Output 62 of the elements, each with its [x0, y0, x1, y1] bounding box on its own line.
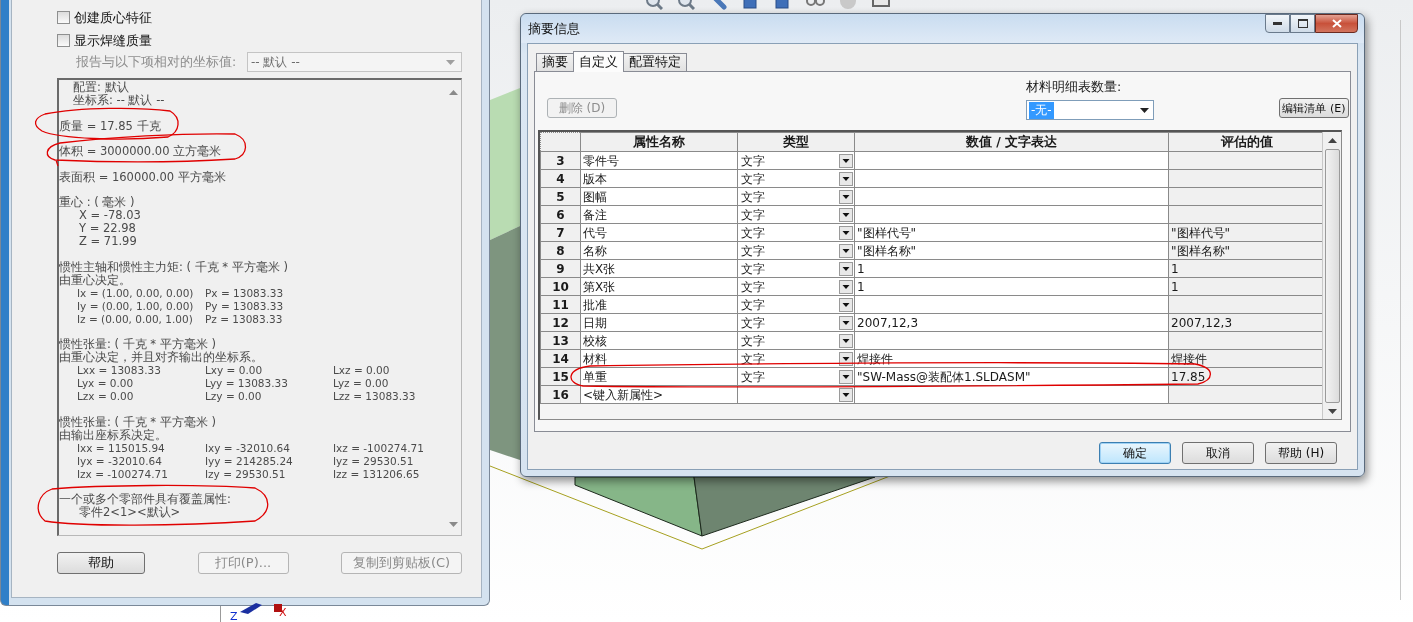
dialog-button[interactable]: 帮助: [57, 552, 145, 574]
result-value: Lzz = 13083.33: [333, 390, 417, 403]
row-number: 3: [540, 151, 581, 170]
result-line: 坐标系: -- 默认 --: [72, 94, 166, 107]
dialog-button[interactable]: 确定: [1099, 442, 1171, 464]
dropdown-value: -无-: [1029, 101, 1054, 119]
result-line: 配置: 默认: [72, 81, 130, 94]
result-value: Izz = 131206.65: [333, 467, 421, 481]
column-header: 属性名称: [580, 132, 738, 152]
tab[interactable]: 配置特定: [623, 53, 687, 71]
axis-label: Z: [230, 610, 238, 622]
result-value: Ixx = 115015.94: [77, 441, 166, 455]
result-line: 表面积 = 160000.00 平方毫米: [59, 170, 227, 184]
axis-label: X: [279, 606, 287, 619]
result-value: Lxz = 0.00: [333, 364, 391, 377]
column-header: 评估的值: [1168, 132, 1323, 152]
result-line: 由重心决定。: [59, 273, 131, 287]
window-title: 摘要信息: [528, 20, 580, 38]
result-line: Y = 22.98: [78, 222, 137, 235]
result-line: 由重心决定，并且对齐输出的坐标系。: [59, 351, 264, 364]
dialog-button[interactable]: 帮助 (H): [1265, 442, 1337, 464]
result-value: Lxy = 0.00: [205, 364, 264, 377]
result-value: Py = 13083.33: [205, 299, 285, 313]
result-value: Iyz = 29530.51: [333, 454, 415, 468]
column-header: 类型: [737, 132, 855, 152]
result-line: 一个或多个零部件具有覆盖属性:: [59, 493, 232, 506]
result-value: Px = 13083.33: [205, 286, 285, 300]
tab[interactable]: 摘要: [536, 53, 574, 71]
result-value: Lyx = 0.00: [77, 377, 135, 390]
result-line: 由输出座标系决定。: [59, 428, 167, 442]
result-line: 体积 = 3000000.00 立方毫米: [59, 145, 223, 158]
result-value: Ix = (1.00, 0.00, 0.00): [77, 286, 195, 300]
field-label: 报告与以下项相对的坐标值:: [76, 53, 238, 71]
result-line: 零件2<1><默认>: [78, 506, 182, 519]
edit-list-button[interactable]: 编辑清单 (E): [1279, 98, 1349, 118]
result-line: 惯性主轴和惯性主力矩: ( 千克 * 平方毫米 ): [59, 260, 289, 274]
result-line: 惯性张量: ( 千克 * 平方毫米 ): [59, 338, 217, 351]
result-value: Izy = 29530.51: [205, 467, 287, 481]
result-value: Iz = (0.00, 0.00, 1.00): [77, 312, 194, 326]
result-value: Lyz = 0.00: [333, 377, 390, 390]
result-value: Iy = (0.00, 1.00, 0.00): [77, 299, 195, 313]
dialog-button[interactable]: 取消: [1182, 442, 1254, 464]
result-value: Iyx = -32010.64: [77, 454, 163, 468]
result-value: Lyy = 13083.33: [205, 377, 289, 390]
result-value: Iyy = 214285.24: [205, 454, 294, 468]
result-value: Izx = -100274.71: [77, 467, 169, 481]
tab[interactable]: 自定义: [573, 51, 624, 72]
result-value: Pz = 13083.33: [205, 312, 284, 326]
result-line: 重心 : ( 毫米 ): [59, 196, 136, 209]
result-value: Ixy = -32010.64: [205, 441, 291, 455]
result-line: 惯性张量: ( 千克 * 平方毫米 ): [59, 415, 217, 429]
column-header: 数值 / 文字表达: [854, 132, 1169, 152]
result-value: Lzy = 0.00: [205, 390, 263, 403]
result-line: Z = 71.99: [78, 235, 138, 248]
result-value: Lzx = 0.00: [77, 390, 135, 403]
checkbox-label: 创建质心特征: [74, 8, 152, 27]
result-value: Ixz = -100274.71: [333, 441, 425, 455]
result-line: X = -78.03: [78, 209, 142, 222]
result-line: 质量 = 17.85 千克: [59, 119, 162, 133]
result-value: Lxx = 13083.33: [77, 364, 162, 377]
field-label: 材料明细表数量:: [1026, 80, 1123, 94]
checkbox-label: 显示焊缝质量: [74, 31, 152, 50]
